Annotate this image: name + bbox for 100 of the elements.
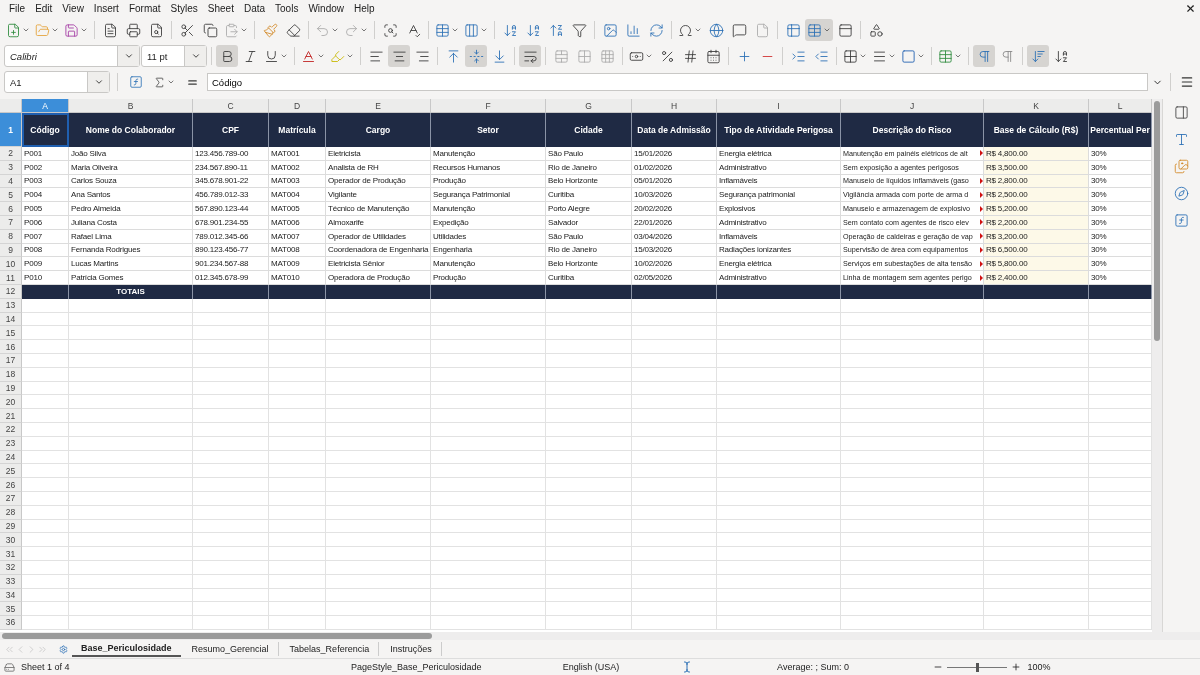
- table-cell: Curitiba: [546, 271, 632, 285]
- table-cell: Porto Alegre: [546, 202, 632, 216]
- table-cell: 30%: [1089, 202, 1152, 216]
- column-header[interactable]: H: [632, 99, 717, 113]
- menu-item[interactable]: Format: [123, 3, 166, 14]
- table-cell: 123.456.789-00: [193, 147, 269, 161]
- table-cell: Segurança Patrimonial: [431, 188, 546, 203]
- vertical-scrollbar[interactable]: [1152, 99, 1162, 632]
- header-cell: Cidade: [546, 113, 632, 147]
- table-cell: Ana Santos: [69, 188, 193, 203]
- freeze-icon[interactable]: [805, 19, 833, 41]
- name-box[interactable]: A1: [4, 71, 110, 93]
- function-icon[interactable]: [1172, 211, 1191, 230]
- bold-icon[interactable]: [216, 45, 238, 67]
- table-cell: Produção: [431, 271, 546, 285]
- header-cell: Código: [22, 113, 69, 147]
- row-header[interactable]: 26: [0, 478, 22, 492]
- table-cell: Eletricista: [326, 147, 431, 161]
- sheet-tab[interactable]: Instruções: [381, 642, 442, 656]
- column-header[interactable]: G: [546, 99, 632, 113]
- table-cell: Energia elétrica: [717, 257, 841, 272]
- zoom-level: 100%: [1026, 662, 1052, 672]
- zoom-in-icon[interactable]: [1011, 662, 1021, 672]
- table-cell: P005: [22, 202, 69, 216]
- row-header[interactable]: 15: [0, 326, 22, 341]
- row-header[interactable]: 30: [0, 533, 22, 548]
- font-size-field[interactable]: 11 pt: [141, 45, 207, 67]
- table-cell: Pedro Almeida: [69, 202, 193, 216]
- empty-cell: [269, 298, 326, 313]
- row-header[interactable]: 31: [0, 547, 22, 561]
- empty-cell: [269, 602, 326, 617]
- empty-cell: [269, 312, 326, 327]
- table-cell: Vigilante: [326, 188, 431, 203]
- row-header[interactable]: 16: [0, 340, 22, 354]
- horizontal-scrollbar[interactable]: [0, 632, 1200, 640]
- sheet-tab[interactable]: Base_Periculosidade: [72, 641, 181, 657]
- navigator-icon[interactable]: [1172, 184, 1191, 203]
- empty-cell: [269, 464, 326, 479]
- table-cell: Lucas Martins: [69, 257, 193, 272]
- column-header[interactable]: F: [431, 99, 546, 113]
- row-header[interactable]: 6: [0, 202, 22, 216]
- table-cell: Belo Horizonte: [546, 257, 632, 272]
- menu-item[interactable]: Edit: [30, 3, 58, 14]
- menu-item[interactable]: Styles: [165, 3, 203, 14]
- row-header[interactable]: 25: [0, 464, 22, 479]
- table-cell: R$ 2,400.00: [984, 271, 1089, 285]
- column-header[interactable]: D: [269, 99, 326, 113]
- row-header[interactable]: 35: [0, 602, 22, 617]
- column-header[interactable]: I: [717, 99, 841, 113]
- empty-cell: [269, 505, 326, 520]
- table-cell: P009: [22, 257, 69, 272]
- menu-item[interactable]: Help: [349, 3, 380, 14]
- left-to-right-icon[interactable]: [973, 45, 995, 67]
- caret-icon: [190, 51, 201, 61]
- table-cell: MAT005: [269, 202, 326, 216]
- column-header[interactable]: L: [1089, 99, 1152, 113]
- menu-item[interactable]: Insert: [88, 3, 124, 14]
- table-cell: 10/03/2026: [632, 188, 717, 203]
- font-name-field[interactable]: Calibri: [4, 45, 140, 67]
- menu-item[interactable]: View: [57, 3, 89, 14]
- row-header[interactable]: 21: [0, 409, 22, 423]
- menu-item[interactable]: Data: [238, 3, 271, 14]
- column-header[interactable]: K: [984, 99, 1089, 113]
- formula-field[interactable]: Código: [207, 73, 1148, 91]
- column-header[interactable]: C: [193, 99, 269, 113]
- empty-cell: [269, 340, 326, 354]
- selection-mode-icon: [681, 661, 693, 673]
- sheet-tab[interactable]: Resumo_Gerencial: [182, 642, 279, 656]
- column-header[interactable]: B: [69, 99, 193, 113]
- empty-cell: [269, 450, 326, 465]
- row-header[interactable]: 2: [0, 147, 22, 161]
- close-icon[interactable]: [1185, 3, 1196, 14]
- row-header[interactable]: 36: [0, 616, 22, 630]
- table-cell: 30%: [1089, 147, 1152, 161]
- properties-icon[interactable]: [1172, 103, 1191, 122]
- empty-cell: [269, 588, 326, 603]
- column-header[interactable]: J: [841, 99, 984, 113]
- align-center-icon[interactable]: [388, 45, 410, 67]
- menu-item[interactable]: Window: [303, 3, 349, 14]
- sheet-tab[interactable]: Tabelas_Referencia: [280, 642, 380, 656]
- table-cell: 567.890.123-44: [193, 202, 269, 216]
- menu-item[interactable]: File: [4, 3, 31, 14]
- menu-item[interactable]: Sheet: [202, 3, 239, 14]
- row-header[interactable]: 5: [0, 188, 22, 203]
- table-cell: 02/05/2026: [632, 271, 717, 285]
- gallery-icon[interactable]: [1172, 157, 1191, 176]
- header-cell: Data de Admissão: [632, 113, 717, 147]
- text-direction-icon[interactable]: [1027, 45, 1049, 67]
- empty-cell: [269, 478, 326, 492]
- row-header[interactable]: 20: [0, 395, 22, 410]
- row-header[interactable]: 11: [0, 271, 22, 285]
- menu-item[interactable]: Tools: [270, 3, 304, 14]
- column-header[interactable]: E: [326, 99, 431, 113]
- empty-cell: [269, 519, 326, 534]
- empty-cell: [269, 353, 326, 368]
- align-middle-icon[interactable]: [465, 45, 487, 67]
- header-cell: Matrícula: [269, 113, 326, 147]
- wrap-text-icon[interactable]: [519, 45, 541, 67]
- header-cell: Nome do Colaborador: [69, 113, 193, 147]
- row-header[interactable]: 10: [0, 257, 22, 272]
